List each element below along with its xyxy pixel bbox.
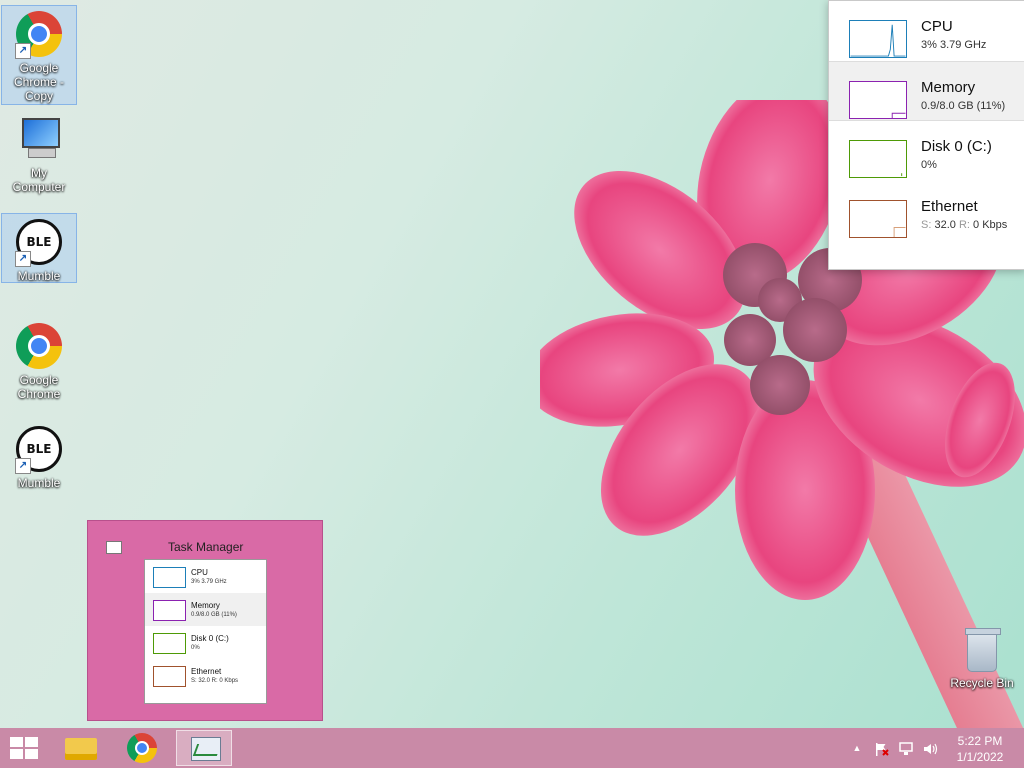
mini-subtitle: 3% 3.79 GHz — [191, 579, 227, 585]
chrome-icon — [16, 323, 62, 369]
thumbnail-window-preview: CPU 3% 3.79 GHz Memory 0.9/8.0 GB (11%) … — [144, 559, 267, 704]
desktop-icon-label: Mumble — [17, 476, 61, 490]
mini-disk-graph — [153, 633, 186, 654]
task-manager-icon — [106, 541, 122, 554]
desktop-icon-label: Recycle Bin — [950, 676, 1014, 690]
start-icon — [10, 737, 23, 747]
mini-title: Disk 0 (C:) — [191, 634, 229, 643]
recycle-bin-icon — [965, 628, 1001, 672]
desktop-icon-label: Google Chrome - Copy — [13, 61, 64, 103]
desktop-icon-label: Mumble — [17, 269, 61, 283]
desktop-icon-recycle-bin[interactable]: Recycle Bin — [944, 628, 1020, 694]
mini-memory-graph — [153, 600, 186, 621]
task-manager-thumbnail[interactable]: Task Manager CPU 3% 3.79 GHz Memory 0.9/… — [87, 520, 323, 721]
tray-overflow-button[interactable]: ▲ — [848, 728, 866, 768]
taskbar-task-manager[interactable] — [176, 730, 232, 766]
task-manager-icon — [191, 737, 221, 761]
computer-icon — [16, 116, 62, 160]
desktop-icon-mumble[interactable]: BLE ↗ Mumble — [1, 213, 77, 283]
mini-title: CPU — [191, 568, 208, 577]
memory-graph — [849, 81, 907, 119]
disk-graph — [849, 140, 907, 178]
perf-subtitle: 0.9/8.0 GB (11%) — [921, 100, 1006, 112]
taskbar: ▲ 5:22 PM 1/1/2022 — [0, 728, 1024, 768]
volume-icon[interactable] — [920, 728, 940, 768]
shortcut-arrow-icon: ↗ — [15, 251, 31, 267]
perf-title: Ethernet — [921, 198, 978, 215]
desktop-icon-label: Google Chrome — [17, 373, 61, 401]
perf-row-disk[interactable]: Disk 0 (C:) 0% — [829, 121, 1024, 181]
mini-subtitle: S: 32.0 R: 0 Kbps — [191, 678, 239, 684]
mini-ethernet-graph — [153, 666, 186, 687]
action-center-flag-icon[interactable] — [872, 728, 892, 768]
perf-row-ethernet[interactable]: Ethernet S: 32.0 R: 0 Kbps — [829, 181, 1024, 241]
thumbnail-title: Task Manager — [168, 540, 244, 554]
perf-subtitle: S: 32.0 R: 0 Kbps — [921, 219, 1008, 231]
perf-title: CPU — [921, 18, 953, 35]
system-clock[interactable]: 5:22 PM 1/1/2022 — [940, 733, 1020, 765]
mini-subtitle: 0% — [191, 645, 200, 651]
mini-subtitle: 0.9/8.0 GB (11%) — [191, 612, 237, 618]
perf-title: Memory — [921, 79, 976, 96]
file-explorer-icon — [65, 738, 97, 760]
perf-subtitle: 3% 3.79 GHz — [921, 39, 987, 51]
network-icon[interactable] — [896, 728, 916, 768]
desktop-icon-chrome[interactable]: Google Chrome — [1, 318, 77, 405]
desktop-icon-mumble-2[interactable]: BLE ↗ Mumble — [1, 421, 77, 494]
task-manager-performance-panel: CPU 3% 3.79 GHz Memory 0.9/8.0 GB (11%) … — [828, 0, 1024, 270]
perf-row-cpu[interactable]: CPU 3% 3.79 GHz — [829, 1, 1024, 61]
chrome-icon — [127, 733, 157, 763]
shortcut-arrow-icon: ↗ — [15, 43, 31, 59]
desktop-icon-my-computer[interactable]: My Computer — [1, 110, 77, 198]
perf-row-memory[interactable]: Memory 0.9/8.0 GB (11%) — [829, 61, 1024, 121]
start-button[interactable] — [10, 737, 38, 759]
taskbar-chrome[interactable] — [114, 730, 170, 766]
mini-cpu-graph — [153, 567, 186, 588]
shortcut-arrow-icon: ↗ — [15, 458, 31, 474]
mini-title: Memory — [191, 601, 220, 610]
clock-date: 1/1/2022 — [956, 750, 1004, 764]
perf-title: Disk 0 (C:) — [921, 138, 992, 155]
mini-title: Ethernet — [191, 667, 222, 676]
cpu-graph — [849, 20, 907, 58]
desktop-icon-label: My Computer — [12, 166, 66, 194]
perf-subtitle: 0% — [921, 159, 937, 171]
clock-time: 5:22 PM — [957, 734, 1003, 748]
desktop-icon-chrome-copy[interactable]: ↗ Google Chrome - Copy — [1, 5, 77, 105]
taskbar-file-explorer[interactable] — [52, 730, 108, 766]
ethernet-graph — [849, 200, 907, 238]
